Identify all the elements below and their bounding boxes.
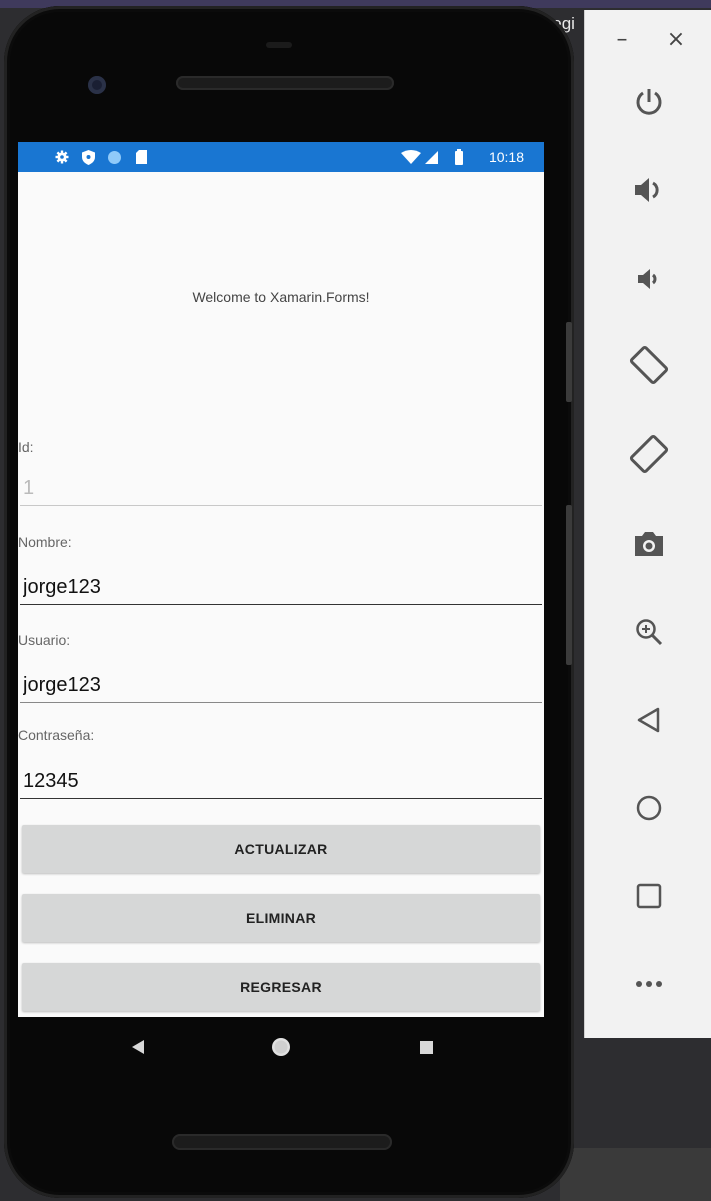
- circle-icon: [106, 149, 122, 165]
- battery-icon: [454, 149, 464, 165]
- eliminar-button[interactable]: ELIMINAR: [22, 894, 540, 942]
- usuario-label: Usuario:: [18, 632, 71, 648]
- shield-icon: [80, 149, 96, 165]
- contrasena-input[interactable]: [20, 764, 542, 799]
- wifi-icon: [400, 149, 422, 165]
- rotate-left-icon[interactable]: [585, 335, 711, 395]
- bottom-speaker: [172, 1134, 392, 1150]
- actualizar-button[interactable]: ACTUALIZAR: [22, 825, 540, 873]
- usuario-input[interactable]: [20, 668, 542, 703]
- status-time: 10:18: [488, 149, 524, 165]
- status-bar: 10:18: [18, 142, 544, 172]
- signal-icon: [424, 149, 438, 165]
- id-input: [20, 471, 542, 506]
- volume-side-button[interactable]: [566, 322, 572, 402]
- more-icon[interactable]: [585, 954, 711, 1014]
- nombre-input[interactable]: [20, 570, 542, 605]
- settings-icon: [54, 149, 70, 165]
- contrasena-label: Contraseña:: [18, 727, 95, 743]
- volume-up-icon[interactable]: [585, 160, 711, 220]
- emulator-back-icon[interactable]: [585, 690, 711, 750]
- sd-card-icon: [134, 149, 148, 165]
- welcome-label: Welcome to Xamarin.Forms!: [192, 289, 370, 305]
- power-icon[interactable]: [585, 72, 711, 132]
- id-label: Id:: [18, 439, 34, 455]
- zoom-icon[interactable]: [585, 602, 711, 662]
- phone-sensor: [266, 42, 292, 48]
- earpiece-speaker: [176, 76, 394, 90]
- close-button[interactable]: ×: [661, 24, 691, 54]
- volume-down-icon[interactable]: [585, 249, 711, 309]
- regresar-button[interactable]: REGRESAR: [22, 963, 540, 1011]
- front-camera-icon: [88, 76, 106, 94]
- device-screen: 10:18 Welcome to Xamarin.Forms! Id: Nomb…: [18, 142, 544, 1017]
- minimize-button[interactable]: –: [607, 24, 637, 54]
- recents-icon[interactable]: [414, 1035, 438, 1059]
- rotate-right-icon[interactable]: [585, 424, 711, 484]
- overview-icon[interactable]: [585, 866, 711, 926]
- camera-icon[interactable]: [585, 514, 711, 574]
- power-side-button[interactable]: [566, 505, 572, 665]
- emulator-home-icon[interactable]: [585, 778, 711, 838]
- emulator-toolbar: – ×: [584, 10, 711, 1038]
- back-icon[interactable]: [126, 1035, 150, 1059]
- ide-panel: [560, 1148, 711, 1201]
- home-icon[interactable]: [268, 1035, 294, 1059]
- nombre-label: Nombre:: [18, 534, 72, 550]
- android-nav-bar: [18, 1017, 544, 1077]
